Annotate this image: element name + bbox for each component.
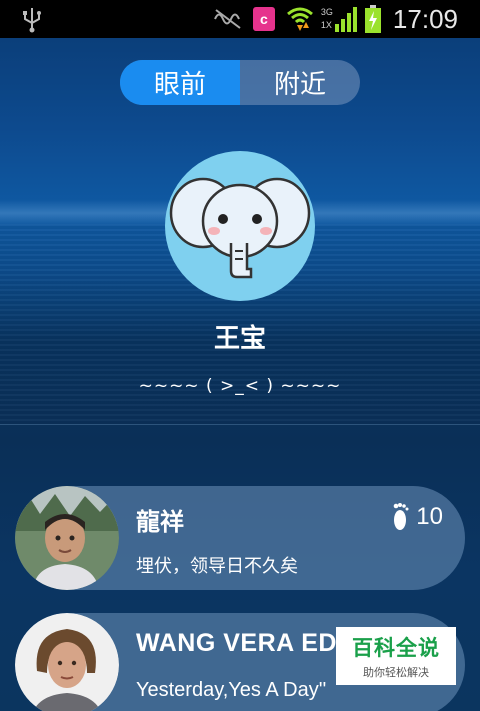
silent-icon bbox=[213, 5, 243, 33]
network-label-1x: 1X bbox=[320, 20, 332, 30]
contact-name: 龍祥 bbox=[136, 508, 184, 536]
step-count-value: 10 bbox=[416, 503, 443, 530]
clock: 17:09 bbox=[392, 3, 458, 34]
user-avatar[interactable] bbox=[165, 151, 315, 301]
watermark-subtitle: 助你轻松解决 bbox=[363, 666, 429, 679]
status-bar: c 3G 1X 17:09 bbox=[0, 0, 480, 38]
contact-card[interactable]: 龍祥 埋伏，领导日不久矣 10 bbox=[15, 486, 465, 590]
watermark-title: 百科全说 bbox=[352, 636, 440, 660]
user-name: 王宝 bbox=[213, 324, 266, 354]
app-c-icon: c bbox=[252, 7, 275, 31]
watermark-logo: 百科全说 助你轻松解决 bbox=[336, 627, 456, 685]
contact-message: 埋伏，领导日不久矣 bbox=[136, 556, 298, 577]
contact-avatar[interactable] bbox=[15, 486, 119, 590]
elephant-avatar-icon bbox=[169, 177, 311, 279]
battery-charging-icon bbox=[363, 5, 383, 33]
view-switcher: 眼前 附近 bbox=[120, 60, 360, 105]
contact-name: WANG VERA ED bbox=[136, 629, 337, 657]
usb-icon bbox=[23, 8, 41, 33]
tab-current[interactable]: 眼前 bbox=[120, 60, 240, 105]
contact-avatar[interactable] bbox=[15, 613, 119, 711]
user-signature: ~~~~ ( >_< ) ~~~~ bbox=[138, 376, 342, 396]
signal-icon: 3G 1X bbox=[321, 5, 357, 33]
step-count: 10 bbox=[390, 502, 443, 532]
wifi-icon bbox=[285, 5, 315, 33]
shore-line bbox=[0, 424, 480, 425]
footprint-icon bbox=[393, 503, 409, 530]
contact-message: Yesterday,Yes A Day'' bbox=[136, 679, 327, 701]
network-label-3g: 3G bbox=[320, 7, 333, 17]
tab-nearby[interactable]: 附近 bbox=[240, 60, 360, 105]
